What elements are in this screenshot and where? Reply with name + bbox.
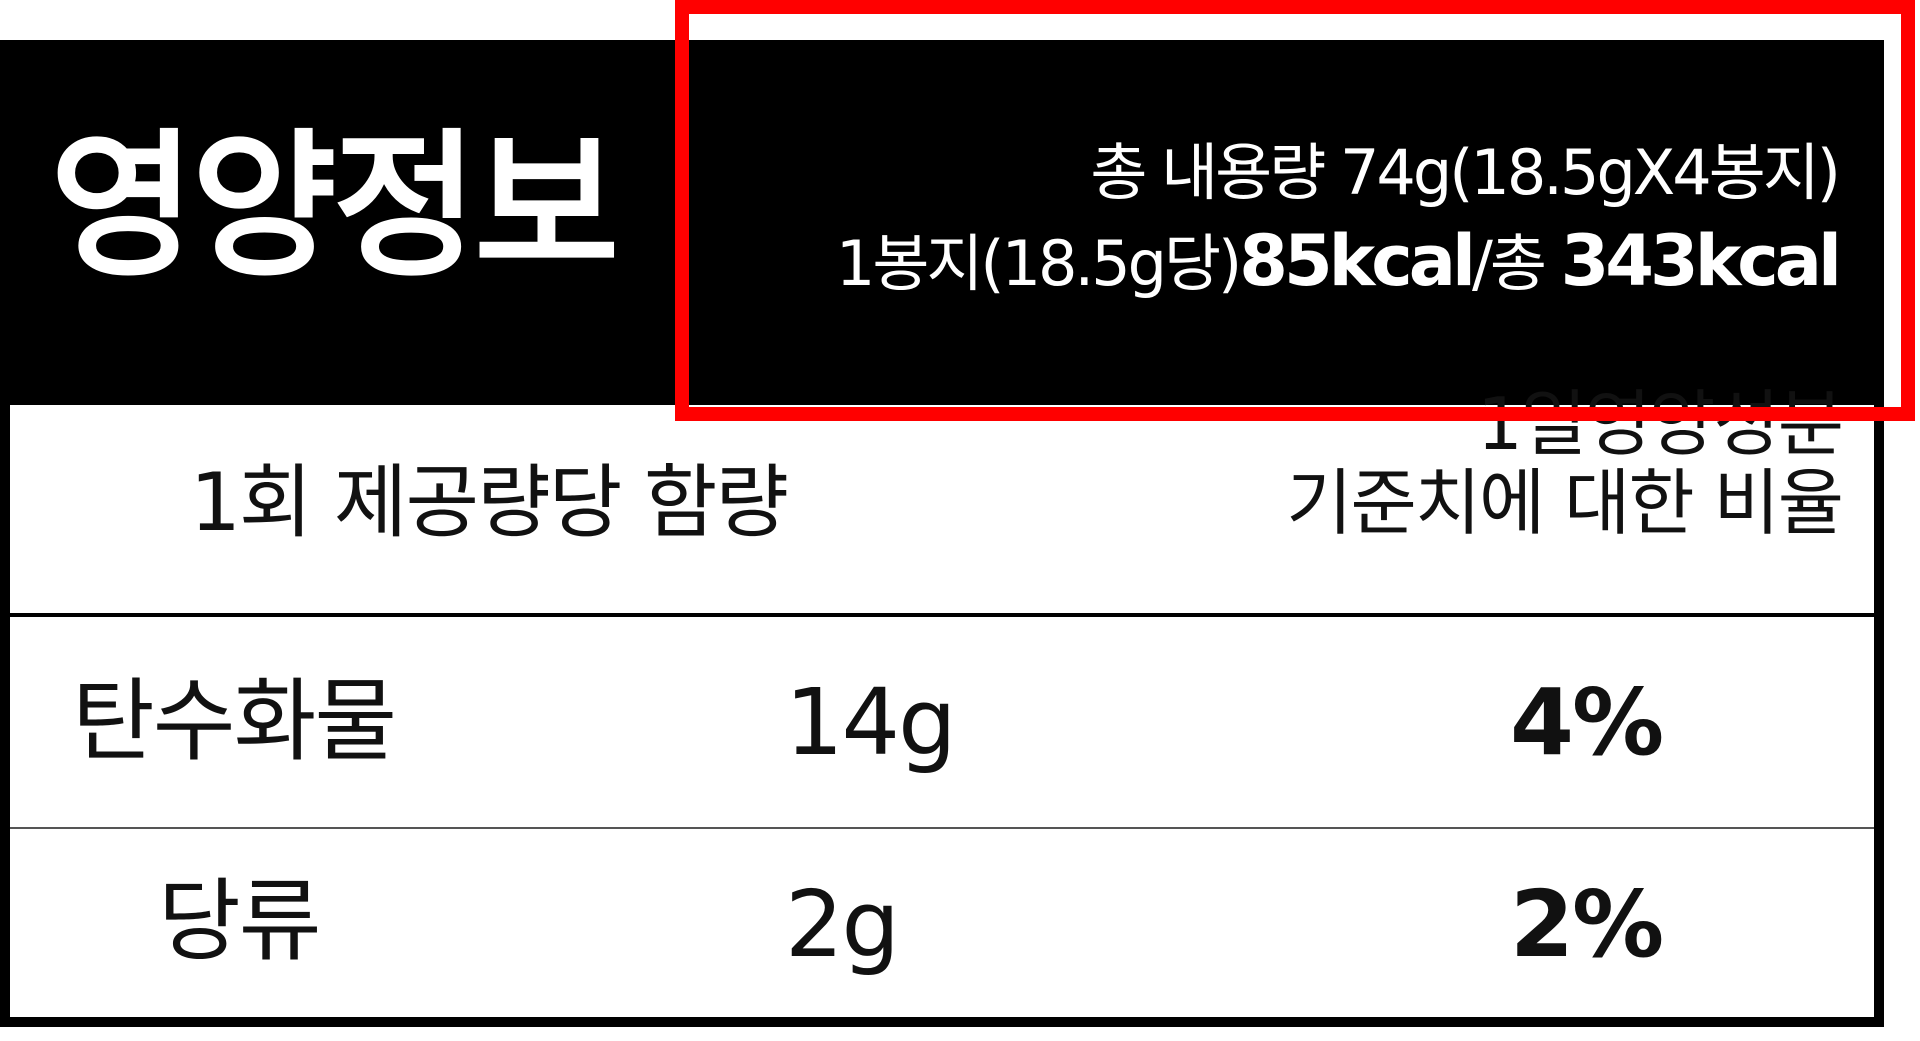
- total-kcal: 343kcal: [1560, 219, 1842, 302]
- nutrition-title: 영양정보: [50, 115, 619, 299]
- label-header: 영양정보 총 내용량 74g(18.5gX4봉지) 1봉지(18.5g당)85k…: [10, 50, 1874, 405]
- daily-value-header-line1: 1일영양성분: [1476, 382, 1844, 466]
- content-summary: 총 내용량 74g(18.5gX4봉지) 1봉지(18.5g당)85kcal/총…: [835, 134, 1842, 306]
- daily-value-header-line2: 기준치에 대한 비율: [1286, 461, 1844, 546]
- daily-value-header: 1일영양성분 기준치에 대한 비율: [1286, 384, 1844, 546]
- table-row: 탄수화물 14g 4%: [10, 617, 1874, 829]
- serving-header: 1회 제공량당 함량: [190, 456, 789, 549]
- total-content-text: 총 내용량 74g(18.5gX4봉지): [1090, 136, 1841, 209]
- calorie-line: 1봉지(18.5g당)85kcal/총 343kcal: [835, 218, 1842, 306]
- nutrient-name: 당류: [158, 869, 322, 974]
- nutrient-name: 탄수화물: [72, 669, 397, 774]
- nutrition-label: 영양정보 총 내용량 74g(18.5gX4봉지) 1봉지(18.5g당)85k…: [0, 40, 1884, 1027]
- nutrient-amount: 2g: [785, 871, 900, 978]
- per-pack-kcal: 85kcal: [1239, 219, 1476, 302]
- per-pack-label: 1봉지(18.5g당): [835, 226, 1242, 300]
- nutrient-percent: 4%: [1510, 669, 1664, 776]
- nutrient-percent: 2%: [1510, 871, 1664, 978]
- nutrient-amount: 14g: [785, 669, 956, 776]
- column-header-row: 1회 제공량당 함량 1일영양성분 기준치에 대한 비율: [10, 384, 1874, 617]
- total-separator: /총: [1471, 226, 1561, 300]
- table-row: 당류 2g 2%: [10, 829, 1874, 1017]
